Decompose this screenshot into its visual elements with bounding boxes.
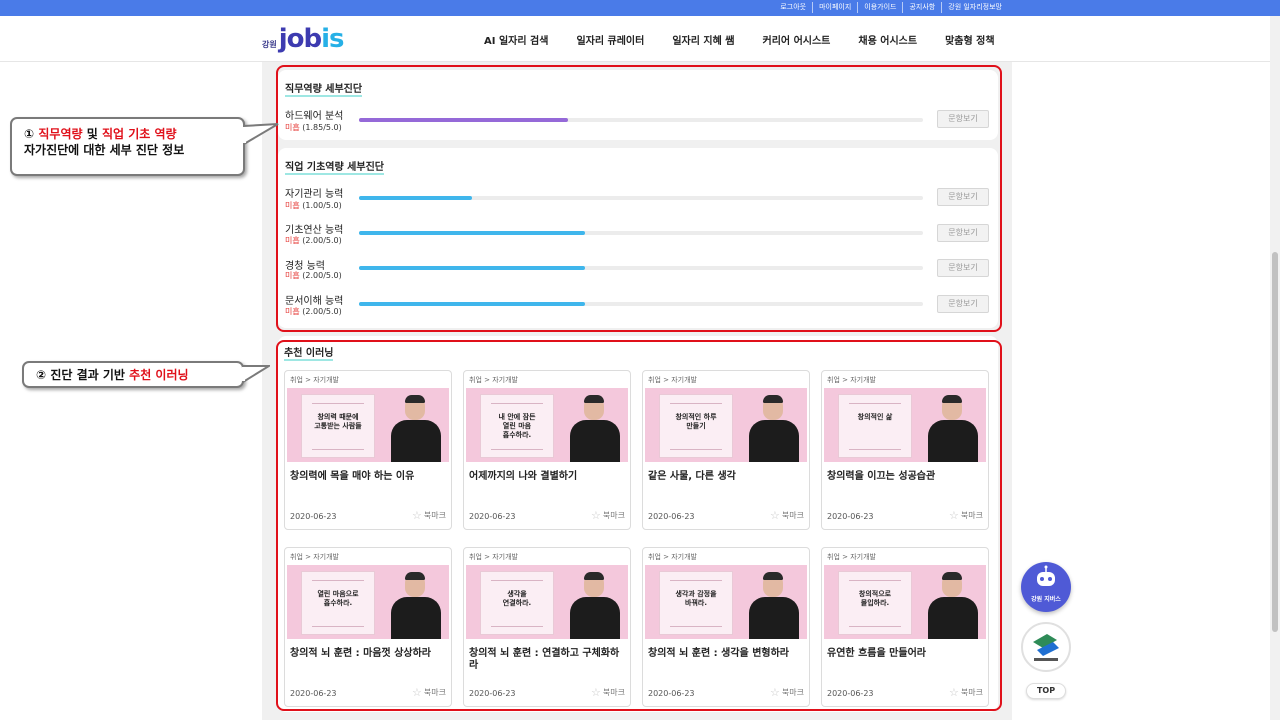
page-scrollbar[interactable]	[1270, 16, 1280, 720]
site-header: 강원 jobis AI 일자리 검색 일자리 큐레이터 일자리 지혜 쌤 커리어…	[0, 16, 1280, 62]
mypage-link[interactable]: 마이페이지	[812, 2, 857, 13]
gangwon-jobinfo-badge[interactable]	[1021, 622, 1071, 672]
annotation-box-elearning	[276, 340, 1002, 711]
guide-link[interactable]: 이용가이드	[857, 2, 902, 13]
logout-link[interactable]: 로그아웃	[774, 2, 812, 13]
gangwon-jibus-button[interactable]: 강원 지버스	[1021, 562, 1071, 612]
robot-icon	[1037, 565, 1055, 586]
nav-job-wisdom[interactable]: 일자리 지혜 쌤	[672, 32, 734, 47]
jobis-logo[interactable]: 강원 jobis	[262, 24, 345, 54]
gangwon-jobinfo-link[interactable]: 강원 일자리정보망	[941, 2, 1008, 13]
main-nav: AI 일자리 검색 일자리 큐레이터 일자리 지혜 쌤 커리어 어시스트 채용 …	[470, 16, 1009, 62]
scrollbar-thumb[interactable]	[1272, 252, 1278, 632]
callout-elearning: ② 진단 결과 기반 추천 이러닝	[22, 361, 244, 388]
callout-line-1: ① 직무역량 및 직업 기초 역량	[24, 127, 177, 141]
utility-links: 로그아웃 마이페이지 이용가이드 공지사항 강원 일자리정보망	[774, 2, 1008, 13]
callout-pointer	[243, 123, 279, 146]
notice-link[interactable]: 공지사항	[902, 2, 941, 13]
nav-custom-policy[interactable]: 맞춤형 정책	[945, 32, 994, 47]
nav-ai-job-search[interactable]: AI 일자리 검색	[484, 32, 548, 47]
nav-job-curator[interactable]: 일자리 큐레이터	[576, 32, 644, 47]
callout-competency: ① 직무역량 및 직업 기초 역량 자가진단에 대한 세부 진단 정보	[10, 117, 245, 176]
nav-hiring-assist[interactable]: 채용 어시스트	[858, 32, 917, 47]
callout-pointer	[242, 365, 270, 384]
annotation-box-competency	[276, 65, 1002, 332]
gangwon-emblem-icon	[1033, 634, 1059, 661]
logo-brand: jobis	[278, 24, 345, 54]
scroll-top-button[interactable]: TOP	[1026, 683, 1066, 699]
nav-career-assist[interactable]: 커리어 어시스트	[763, 32, 831, 47]
logo-region: 강원	[262, 40, 277, 49]
top-utility-bar: 로그아웃 마이페이지 이용가이드 공지사항 강원 일자리정보망	[0, 0, 1280, 16]
callout-line-2: 자가진단에 대한 세부 진단 정보	[24, 143, 185, 157]
assist-label: 강원 지버스	[1031, 596, 1061, 603]
